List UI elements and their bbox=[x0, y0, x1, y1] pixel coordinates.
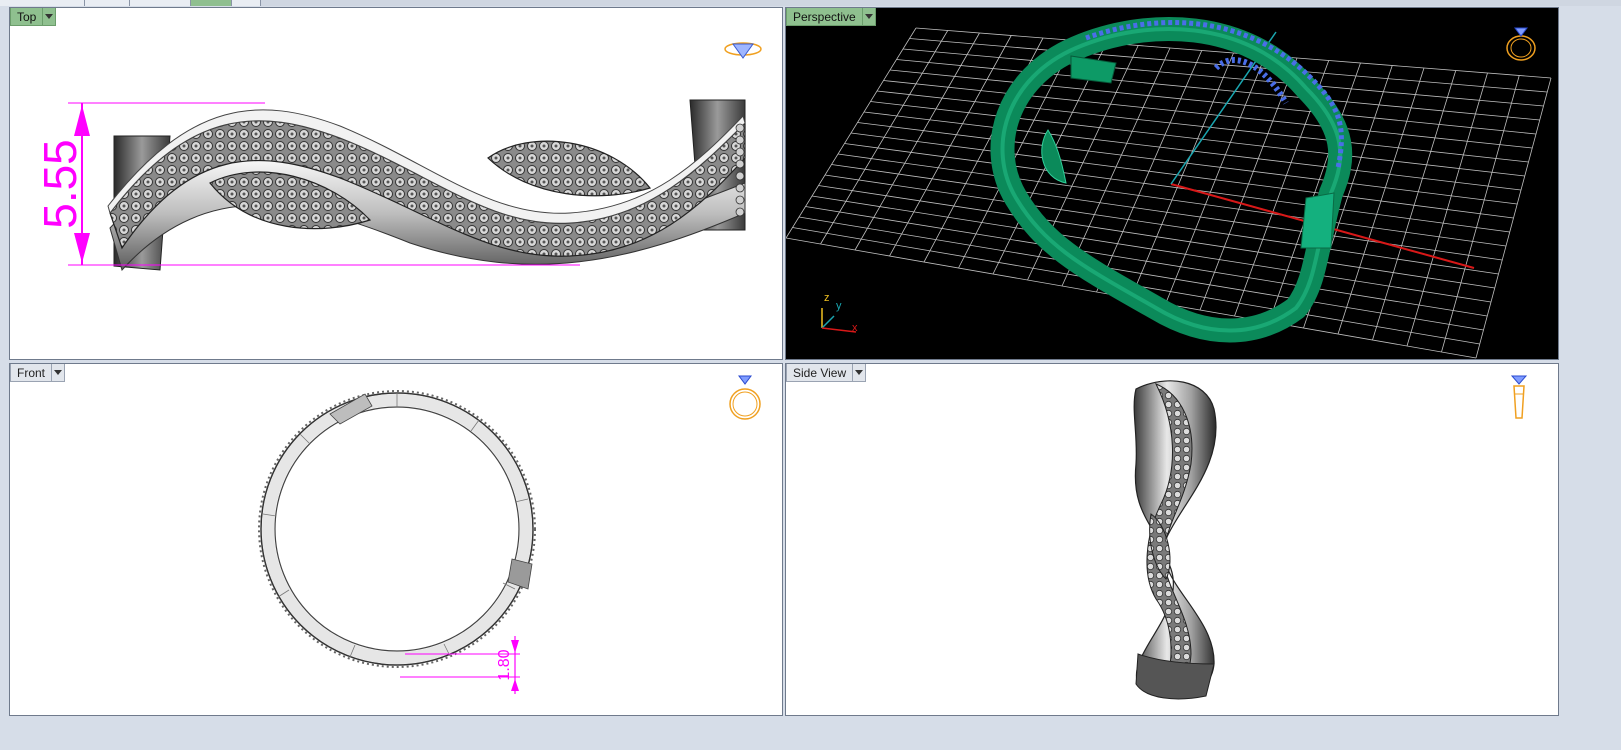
viewport-front-label: Front bbox=[10, 364, 53, 382]
viewport-side-title[interactable]: Side View bbox=[786, 364, 867, 382]
doc-tab-5[interactable] bbox=[232, 0, 261, 6]
document-tab-strip bbox=[0, 0, 1621, 6]
chevron-down-icon[interactable] bbox=[43, 8, 57, 26]
grid-line bbox=[1441, 75, 1520, 353]
ring-3d-icon bbox=[1506, 27, 1536, 61]
viewport-perspective-label: Perspective bbox=[786, 8, 863, 26]
viewport-perspective-title[interactable]: Perspective bbox=[786, 8, 876, 26]
side-view-ring-model bbox=[1133, 380, 1217, 700]
axis-triad-icon bbox=[821, 308, 857, 333]
ring-front-icon bbox=[729, 375, 761, 420]
dimension-height-label: 5.55 bbox=[34, 139, 86, 229]
viewport-perspective[interactable]: Perspective z y x bbox=[785, 7, 1559, 360]
viewport-front[interactable]: Front 1.80 bbox=[9, 363, 783, 716]
chevron-down-icon[interactable] bbox=[52, 364, 66, 382]
chevron-down-icon[interactable] bbox=[862, 8, 876, 26]
diamond-side-icon bbox=[724, 42, 762, 59]
doc-tab-4[interactable] bbox=[191, 0, 232, 6]
perspective-grid-scene bbox=[786, 16, 1552, 359]
viewport-front-title[interactable]: Front bbox=[10, 364, 66, 382]
top-view-ring-model bbox=[68, 99, 746, 272]
grid-line bbox=[1406, 72, 1488, 347]
viewport-top-title[interactable]: Top bbox=[10, 8, 57, 26]
ring-side-icon bbox=[1510, 375, 1528, 419]
doc-tab-3[interactable] bbox=[130, 0, 191, 6]
viewport-side[interactable]: Side View bbox=[785, 363, 1559, 716]
doc-tab-2[interactable] bbox=[85, 0, 130, 6]
dimension-thickness-label: 1.80 bbox=[496, 649, 513, 681]
grid-line bbox=[1475, 77, 1552, 359]
doc-tab-1[interactable] bbox=[0, 0, 85, 6]
front-view-ring-model bbox=[258, 390, 536, 694]
chevron-down-icon[interactable] bbox=[853, 364, 867, 382]
viewport-top-label: Top bbox=[10, 8, 44, 26]
viewport-top[interactable]: Top 5.55 bbox=[9, 7, 783, 360]
viewport-side-label: Side View bbox=[786, 364, 854, 382]
